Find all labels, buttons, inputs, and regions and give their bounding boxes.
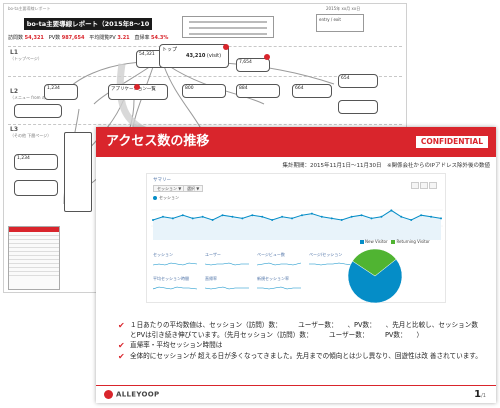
- metric-dropdown[interactable]: セッション ▼: [153, 185, 186, 192]
- visitor-pie-chart: [347, 248, 403, 304]
- node-l3-list: [64, 132, 92, 212]
- toggle-day[interactable]: [411, 182, 419, 189]
- line-point: [201, 215, 204, 218]
- screenshot-stage: bo-ta主要導線レポート bo-ta主要導線レポート（2015年8～10月度）…: [0, 0, 500, 408]
- line-point: [310, 212, 313, 215]
- line-point: [350, 215, 353, 218]
- line-point: [340, 219, 343, 221]
- summary-bullets: ✔ １日あたりの平均数値は、セッション（訪問）数： ユーザー数： 、PV数： 、…: [118, 321, 488, 362]
- node-l3-a: 1,234: [14, 154, 58, 170]
- line-point: [330, 217, 333, 220]
- line-point: [390, 209, 393, 212]
- line-point: [420, 214, 423, 217]
- line-point: [360, 214, 363, 217]
- check-icon: ✔: [118, 321, 125, 330]
- line-point: [430, 215, 433, 218]
- line-point: [152, 219, 154, 221]
- line-point: [261, 215, 264, 218]
- line-point: [291, 217, 294, 220]
- sessions-line-chart: [151, 209, 443, 240]
- line-point: [241, 217, 244, 220]
- metric-new-session-rate: 新規セッション率: [257, 276, 305, 294]
- node-right: 7,654: [236, 58, 270, 72]
- tab-summary[interactable]: サマリー: [153, 177, 171, 183]
- entry-marker: [264, 54, 270, 60]
- bullet-item: ✔ 直帰率・平均セッション時間は: [118, 341, 223, 350]
- line-point: [440, 217, 442, 220]
- entry-marker: [134, 84, 140, 90]
- line-point: [271, 219, 274, 221]
- node-l2-g: 654: [338, 74, 378, 88]
- node-l2-e: 884: [236, 84, 280, 98]
- logo-mark-icon: [104, 390, 113, 399]
- line-point: [231, 215, 234, 218]
- legend-new-visitor: New Visitor: [365, 239, 388, 244]
- line-point: [191, 217, 194, 220]
- period-toggles[interactable]: [411, 182, 437, 189]
- node-l2-c: [14, 104, 62, 118]
- footer-divider: [96, 385, 496, 386]
- metric-bounce-rate: 直帰率: [205, 276, 253, 294]
- line-point: [281, 215, 284, 218]
- check-icon: ✔: [118, 341, 125, 350]
- line-point: [400, 215, 403, 218]
- toggle-week[interactable]: [420, 182, 428, 189]
- line-point: [211, 219, 214, 221]
- line-point: [300, 214, 303, 217]
- bullet-item: ✔ 全体的にセッションが 超える日が多くなってきました。先月までの傾向とは少し異…: [118, 351, 482, 361]
- line-point: [410, 219, 413, 221]
- line-point: [251, 214, 254, 217]
- line-point: [370, 217, 373, 220]
- period-note: 集計期間：2015年11月1日～11月30日 ※関係会社からのIPアドレス除外後…: [282, 163, 490, 169]
- metric-sessions: セッション: [153, 252, 201, 270]
- node-l3-b: [14, 180, 58, 196]
- node-l2-d: 800: [182, 84, 226, 98]
- metric-users: ユーザー: [205, 252, 253, 270]
- toggle-month[interactable]: [429, 182, 437, 189]
- line-point: [181, 214, 184, 217]
- node-l2-h: [338, 100, 378, 114]
- page-number: 1/1: [474, 389, 486, 400]
- line-point: [221, 214, 224, 217]
- company-logo: ALLEYOOP: [104, 390, 159, 399]
- slide-title: アクセス数の推移: [106, 134, 210, 149]
- line-point: [171, 217, 174, 220]
- node-top-page: トップ 43,210 (visit): [159, 44, 229, 68]
- entry-marker: [223, 44, 229, 50]
- node-l2-f: 664: [292, 84, 332, 98]
- compare-dropdown[interactable]: 選択 ▼: [183, 185, 204, 192]
- check-icon: ✔: [118, 351, 125, 361]
- data-table: [8, 226, 60, 290]
- line-point: [161, 215, 164, 218]
- line-point: [380, 215, 383, 218]
- metric-avg-session: 平均セッション時間: [153, 276, 201, 294]
- pie-legend: New Visitor Returning Visitor: [360, 239, 430, 244]
- metric-pageviews: ページビュー数: [257, 252, 305, 270]
- node-l2-a: 1,234: [44, 84, 78, 100]
- bullet-item: ✔ １日あたりの平均数値は、セッション（訪問）数： ユーザー数： 、PV数： 、…: [118, 321, 478, 339]
- confidential-badge: CONFIDENTIAL: [415, 136, 488, 148]
- legend-returning-visitor: Returning Visitor: [396, 239, 430, 244]
- line-point: [320, 215, 323, 218]
- slide-card: アクセス数の推移 CONFIDENTIAL 集計期間：2015年11月1日～11…: [96, 127, 496, 403]
